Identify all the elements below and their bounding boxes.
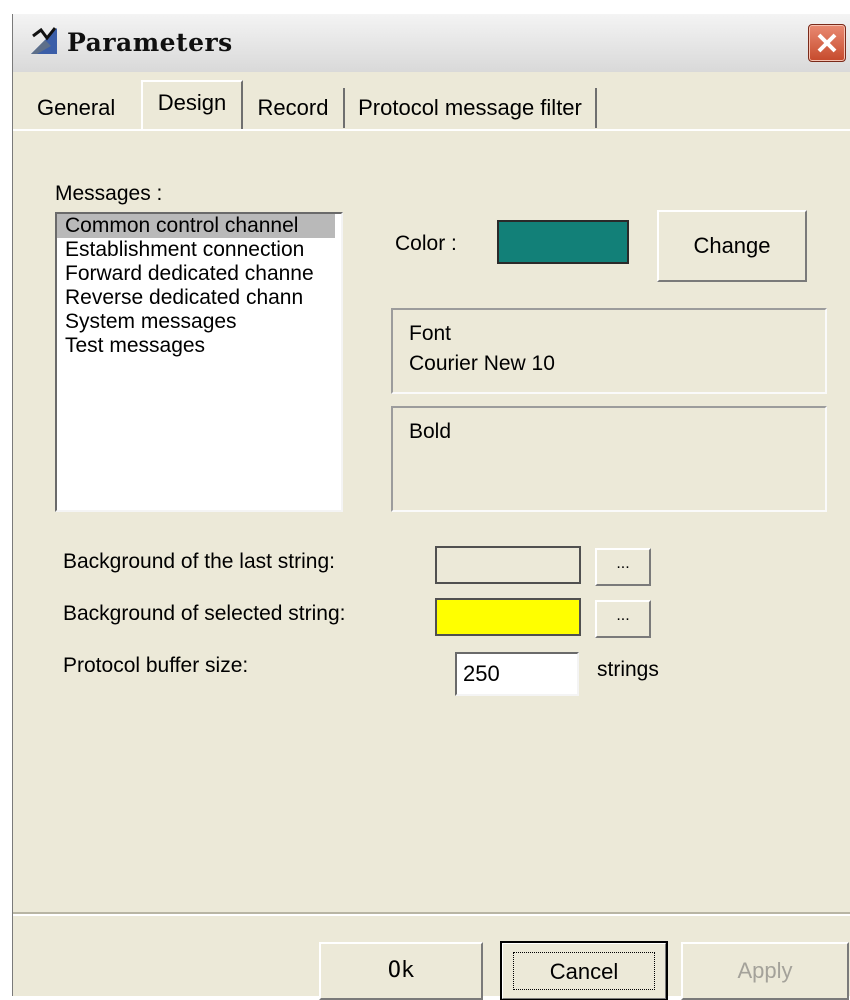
color-label: Color : — [395, 232, 457, 255]
footer-divider-highlight — [13, 914, 850, 916]
buffer-size-input[interactable]: 250 — [455, 652, 579, 696]
tab-general[interactable]: General — [37, 88, 141, 128]
tab-record[interactable]: Record — [243, 88, 345, 128]
font-heading: Font — [409, 322, 452, 345]
list-item[interactable]: Establishment connection — [57, 238, 341, 262]
apply-button[interactable]: Apply — [681, 942, 849, 1000]
cancel-button[interactable]: Cancel — [500, 941, 668, 1000]
tab-design[interactable]: Design — [141, 80, 243, 130]
color-swatch — [497, 220, 629, 264]
window-title: Parameters — [67, 28, 233, 57]
tab-protocol-message-filter[interactable]: Protocol message filter — [345, 88, 597, 128]
font-group: Font Courier New 10 — [391, 308, 827, 394]
selected-string-color-swatch — [435, 598, 581, 636]
font-style-value: Bold — [409, 420, 452, 443]
close-icon — [817, 33, 837, 53]
close-button[interactable] — [808, 24, 846, 62]
messages-listbox[interactable]: Common control channel Establishment con… — [55, 212, 343, 512]
list-item[interactable]: System messages — [57, 310, 341, 334]
title-bar[interactable]: Parameters — [13, 14, 850, 72]
last-string-color-button[interactable]: ... — [595, 548, 651, 586]
ok-button[interactable]: Ok — [319, 942, 483, 1000]
tab-panel-border — [13, 129, 850, 131]
cancel-button-label: Cancel — [513, 952, 655, 990]
parameters-dialog: Parameters General Design Record Protoco… — [12, 14, 850, 1000]
app-icon — [27, 24, 61, 58]
list-item[interactable]: Reverse dedicated chann — [57, 286, 341, 310]
list-item[interactable]: Common control channel — [57, 214, 335, 238]
messages-label: Messages : — [55, 182, 163, 205]
font-value: Courier New 10 — [409, 352, 555, 375]
list-item[interactable]: Test messages — [57, 334, 341, 358]
selected-string-label: Background of selected string: — [63, 602, 346, 625]
buffer-units-label: strings — [597, 658, 659, 681]
buffer-size-label: Protocol buffer size: — [63, 654, 249, 677]
font-style-group: Bold — [391, 406, 827, 512]
last-string-color-swatch — [435, 546, 581, 584]
last-string-label: Background of the last string: — [63, 550, 335, 573]
list-item[interactable]: Forward dedicated channe — [57, 262, 341, 286]
selected-string-color-button[interactable]: ... — [595, 600, 651, 638]
change-color-button[interactable]: Change — [657, 210, 807, 282]
